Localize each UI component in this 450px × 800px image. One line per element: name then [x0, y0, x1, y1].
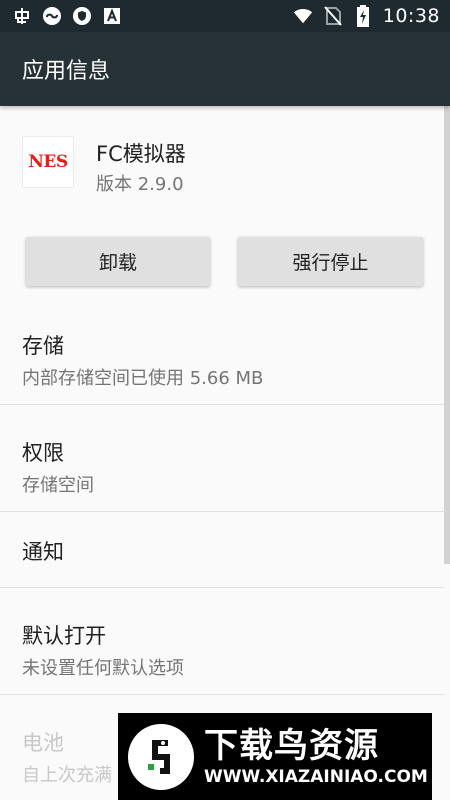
status-time: 10:38 — [382, 5, 440, 27]
force-stop-button[interactable]: 强行停止 — [238, 237, 423, 286]
list-item-title: 电池 — [22, 731, 64, 755]
list-item-subtitle: 存储空间 — [22, 475, 94, 496]
app-header: NES FC模拟器 版本 2.9.0 — [0, 106, 444, 224]
bird-logo-icon — [128, 723, 194, 790]
status-notifications — [12, 6, 122, 26]
list-item-title: 通知 — [22, 540, 64, 564]
app-info-screen: 10:38 应用信息 NES FC模拟器 版本 2.9.0 卸载 强行停止 存储… — [0, 0, 450, 800]
list-item-title: 默认打开 — [22, 624, 106, 648]
no-sim-icon — [323, 6, 343, 26]
list-item-title: 存储 — [22, 334, 64, 358]
list-item-notifications[interactable]: 通知 — [0, 512, 444, 588]
list-item-open-by-default[interactable]: 默认打开 未设置任何默认选项 — [0, 588, 444, 695]
list-item-subtitle: 未设置任何默认选项 — [22, 658, 184, 679]
list-item-title: 权限 — [22, 441, 64, 465]
a-box-icon — [102, 6, 122, 26]
cloud-icon — [42, 6, 62, 26]
app-version: 版本 2.9.0 — [96, 174, 184, 195]
status-system: 10:38 — [293, 5, 440, 27]
wifi-icon — [293, 6, 313, 26]
watermark-text: 下载鸟资源 WWW.XIAZAINIAO.COM — [204, 726, 428, 788]
watermark-url: WWW.XIAZAINIAO.COM — [204, 766, 428, 787]
list-item-permissions[interactable]: 权限 存储空间 — [0, 405, 444, 512]
list-item-subtitle: 内部存储空间已使用 5.66 MB — [22, 368, 264, 389]
bug-icon — [12, 6, 32, 26]
nes-logo-text: NES — [28, 152, 68, 172]
scrollbar[interactable] — [444, 106, 450, 564]
watermark-banner: 下载鸟资源 WWW.XIAZAINIAO.COM — [118, 713, 432, 800]
status-bar: 10:38 — [0, 0, 450, 32]
app-bar: 应用信息 — [0, 32, 450, 106]
battery-charging-icon — [353, 5, 373, 27]
app-icon: NES — [22, 136, 74, 188]
list-item-subtitle: 自上次充满 — [22, 765, 112, 786]
list-item-storage[interactable]: 存储 内部存储空间已使用 5.66 MB — [0, 298, 444, 405]
watermark-title: 下载鸟资源 — [204, 725, 379, 766]
shield-icon — [72, 6, 92, 26]
uninstall-button[interactable]: 卸载 — [26, 237, 210, 286]
page-title: 应用信息 — [22, 59, 111, 84]
app-name: FC模拟器 — [96, 142, 186, 166]
